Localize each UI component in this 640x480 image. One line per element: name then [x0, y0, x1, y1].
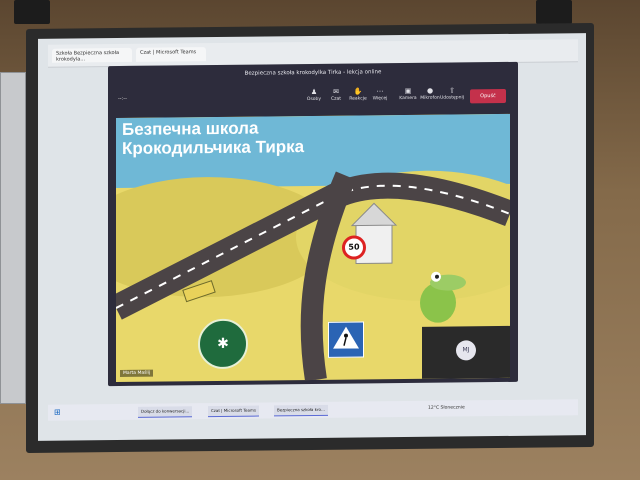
mic-button[interactable]: ● Mikrofon [418, 87, 442, 101]
toolbar-label: Mikrofon [420, 95, 440, 101]
toolbar-label: Kamera [399, 95, 417, 102]
toolbar-label: Udostępnij [440, 95, 464, 101]
people-icon: ♟ [310, 87, 318, 97]
speed-limit-sign: 50 [342, 235, 366, 260]
side-cabinet [0, 72, 26, 404]
slide-heading: Безпечна школа Крокодильчика Тирка [122, 118, 304, 158]
avatar: MJ [456, 340, 476, 361]
more-icon: ⋯ [376, 87, 384, 96]
right-speaker [536, 0, 572, 24]
meeting-toolbar: ♟ Osoby ✉ Czat ✋ Reakcje ⋯ Więcej ▣ Kame… [108, 84, 518, 114]
meeting-title: Bezpieczna szkoła krokodylka Tirka - lek… [244, 69, 382, 77]
toolbar-label: Osoby [306, 96, 322, 103]
projected-screen: Szkoła Bezpieczna szkoła krokodyla… Czat… [38, 33, 586, 441]
mic-icon: ● [426, 86, 434, 95]
crocodile-mascot-icon [420, 271, 466, 323]
share-button[interactable]: ⇧ Udostępnij [440, 86, 464, 101]
toolbar-label: Reakcje [349, 96, 367, 102]
camera-button[interactable]: ▣ Kamera [396, 87, 420, 101]
weather-status: 12°C Słonecznie [428, 405, 465, 411]
toolbar-label: Czat [330, 96, 342, 102]
chat-icon: ✉ [333, 87, 339, 96]
toolbar-label: Więcej [372, 96, 388, 102]
reactions-button[interactable]: ✋ Reakcje [346, 87, 370, 101]
self-video-tile[interactable]: MJ [422, 325, 510, 379]
camera-icon: ▣ [404, 86, 412, 96]
share-icon: ⇧ [449, 86, 455, 95]
taskbar-task[interactable]: Dołącz do konwersacji… [138, 406, 193, 418]
left-speaker [14, 0, 50, 24]
teams-meeting-window: Bezpieczna szkoła krokodylka Tirka - lek… [108, 61, 518, 387]
shared-slide: Безпечна школа Крокодильчика Тирка 50 ✱ … [116, 113, 510, 383]
leave-button[interactable]: Opuść [470, 88, 506, 104]
reaction-icon: ✋ [353, 87, 363, 96]
chat-button[interactable]: ✉ Czat [324, 88, 348, 102]
pedestrian-crossing-sign [328, 321, 364, 358]
browser-tab[interactable]: Czat | Microsoft Teams [136, 47, 206, 62]
taskbar-task[interactable]: Czat | Microsoft Teams [208, 405, 259, 418]
people-button[interactable]: ♟ Osoby [302, 88, 326, 102]
slide-heading-line: Безпечна школа [122, 118, 259, 139]
slide-heading-line: Крокодильчика Тирка [122, 137, 305, 158]
taskbar-task[interactable]: Bezpieczna szkoła kro… [274, 404, 328, 417]
windows-start-icon[interactable]: ⊞ [54, 408, 61, 418]
windows-taskbar: ⊞ Dołącz do konwersacji… Czat | Microsof… [48, 399, 578, 421]
browser-tab[interactable]: Szkoła Bezpieczna szkoła krokodyla… [52, 47, 132, 63]
pedestrian-icon [333, 326, 359, 349]
participant-name-tag: Marta Maślij [120, 369, 154, 378]
more-button[interactable]: ⋯ Więcej [368, 87, 392, 101]
